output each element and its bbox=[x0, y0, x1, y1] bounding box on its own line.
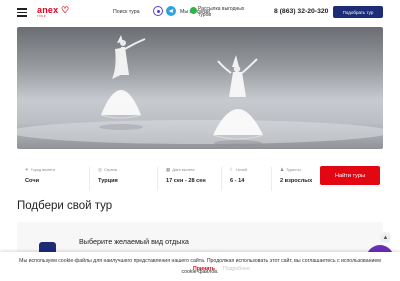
scroll-up-button[interactable]: ▲ bbox=[380, 232, 391, 243]
cookie-banner: Мы используем cookie-файлы для наилучшег… bbox=[0, 252, 400, 281]
vk-icon[interactable] bbox=[153, 6, 163, 16]
chevron-up-icon: ▲ bbox=[382, 234, 389, 241]
cookie-accept-button[interactable]: Принять bbox=[193, 266, 215, 272]
logo[interactable]: anex ♡ TOUR bbox=[37, 5, 69, 18]
vacation-type-card[interactable] bbox=[17, 222, 383, 256]
field-label: Дата вылета bbox=[172, 168, 195, 172]
heart-icon: ♡ bbox=[58, 5, 70, 15]
calendar-icon: ▦ bbox=[166, 167, 171, 172]
logo-text: anex bbox=[37, 5, 59, 15]
field-value: 17 сен - 28 сен bbox=[166, 178, 206, 184]
cookie-more-link[interactable]: Подробнее bbox=[223, 266, 250, 272]
vacation-type-title: Выберите желаемый вид отдыха bbox=[79, 237, 189, 246]
globe-icon: ◎ bbox=[98, 167, 102, 172]
field-value: 2 взрослых bbox=[280, 178, 313, 184]
field-label: Туристы bbox=[286, 168, 301, 172]
whirling-dervishes-photo bbox=[17, 35, 383, 146]
telegram-icon[interactable] bbox=[166, 6, 176, 16]
field-value: Турция bbox=[98, 178, 118, 184]
site-header: anex ♡ TOUR Поиск тура Мы на связи Рассы… bbox=[0, 0, 400, 27]
find-tours-button[interactable]: Найти туры bbox=[320, 166, 380, 185]
field-value: 6 - 14 bbox=[230, 178, 245, 184]
right-dervish bbox=[212, 55, 264, 146]
phone-number[interactable]: 8 (863) 32-20-320 bbox=[274, 8, 328, 15]
country-field[interactable]: ◎ Страна Турция bbox=[89, 167, 157, 191]
field-label: Ночей bbox=[236, 168, 248, 172]
field-label: Страна bbox=[103, 168, 117, 172]
logo-subtitle: TOUR bbox=[37, 15, 47, 18]
search-tour-link[interactable]: Поиск тура bbox=[113, 9, 140, 15]
pick-tour-button[interactable]: Подобрать тур bbox=[333, 6, 383, 18]
field-label: Город вылета bbox=[30, 168, 55, 172]
whatsapp-icon[interactable] bbox=[190, 7, 197, 14]
departure-city-field[interactable]: ✈ Город вылета Сочи bbox=[17, 167, 89, 191]
menu-icon[interactable] bbox=[17, 8, 27, 17]
hero-image bbox=[17, 27, 383, 149]
field-value: Сочи bbox=[25, 178, 40, 184]
newsletter-link[interactable]: Рассылка выгодных туров bbox=[198, 6, 258, 18]
person-icon: ♟ bbox=[280, 167, 285, 172]
moon-icon: ☾ bbox=[230, 167, 235, 172]
departure-date-field[interactable]: ▦ Дата вылета 17 сен - 28 сен bbox=[157, 167, 221, 191]
nights-field[interactable]: ☾ Ночей 6 - 14 bbox=[221, 167, 271, 191]
section-title: Подбери свой тур bbox=[17, 200, 113, 212]
left-dervish bbox=[99, 35, 146, 130]
plane-icon: ✈ bbox=[25, 167, 29, 172]
tourists-field[interactable]: ♟ Туристы 2 взрослых bbox=[271, 167, 317, 191]
